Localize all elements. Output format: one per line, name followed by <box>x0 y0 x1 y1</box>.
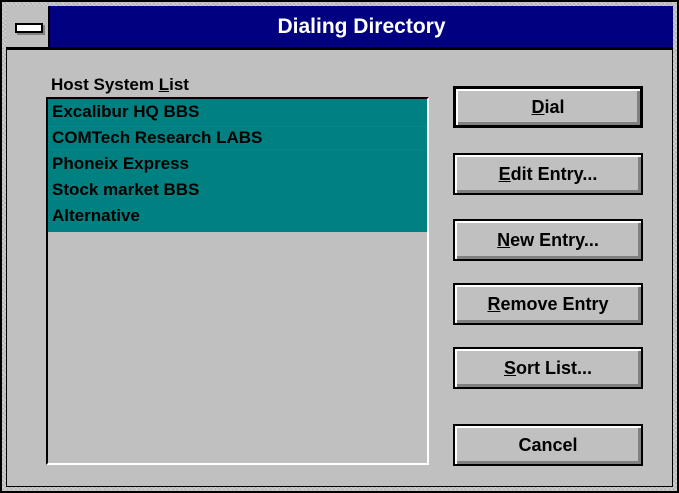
dial-label: ial <box>544 96 565 117</box>
host-system-listbox[interactable]: Excalibur HQ BBS COMTech Research LABS P… <box>46 97 429 465</box>
sort-label: ort List... <box>516 357 592 378</box>
remove-mnemonic: R <box>487 293 501 314</box>
system-menu-icon <box>15 23 43 33</box>
list-item[interactable]: COMTech Research LABS <box>48 125 427 151</box>
list-item[interactable]: Phoneix Express <box>48 151 427 177</box>
new-entry-button[interactable]: New Entry... <box>453 219 643 261</box>
sort-mnemonic: S <box>503 357 516 378</box>
host-system-list-label: Host System List <box>51 75 189 95</box>
edit-entry-button[interactable]: Edit Entry... <box>453 153 643 195</box>
new-label: ew Entry... <box>510 229 599 250</box>
sort-list-button[interactable]: Sort List... <box>453 347 643 389</box>
dialing-directory-dialog: Dialing Directory Host System List Excal… <box>0 0 679 493</box>
edit-mnemonic: E <box>498 163 511 184</box>
list-item[interactable]: Alternative <box>48 203 427 229</box>
title-bar[interactable]: Dialing Directory <box>6 6 673 49</box>
label-text-pre: Host System <box>51 75 159 94</box>
dial-mnemonic: D <box>531 96 545 117</box>
label-text-post: ist <box>169 75 189 94</box>
new-mnemonic: N <box>497 229 511 250</box>
edit-label: dit Entry... <box>510 163 598 184</box>
list-item[interactable]: Excalibur HQ BBS <box>48 99 427 125</box>
remove-label: emove Entry <box>500 293 609 314</box>
cancel-button[interactable]: Cancel <box>453 424 643 466</box>
system-menu-button[interactable] <box>6 6 50 47</box>
list-items: Excalibur HQ BBS COMTech Research LABS P… <box>48 99 427 232</box>
label-mnemonic: L <box>158 75 170 94</box>
remove-entry-button[interactable]: Remove Entry <box>453 283 643 325</box>
window-title: Dialing Directory <box>277 14 446 38</box>
dial-button[interactable]: Dial <box>453 86 643 128</box>
list-item[interactable]: Stock market BBS <box>48 177 427 203</box>
